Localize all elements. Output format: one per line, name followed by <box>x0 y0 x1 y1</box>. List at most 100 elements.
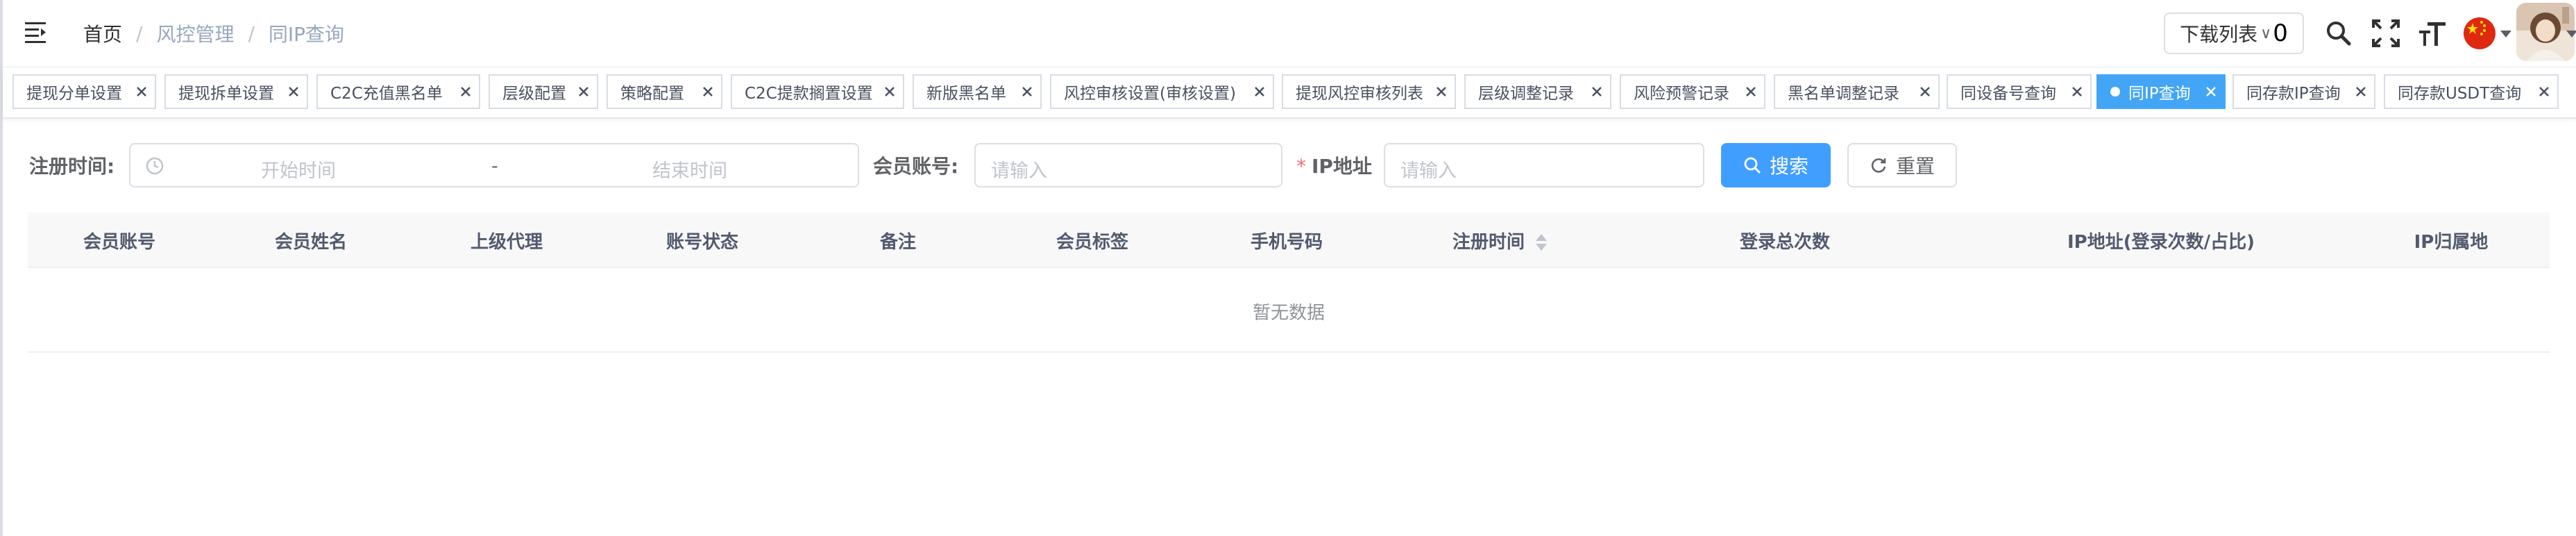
tag-label: 同IP查询 <box>2128 85 2191 103</box>
tag-withdraw-risk-review-list[interactable]: 提现风控审核列表 <box>1282 74 1456 109</box>
column-header-ip-location: IP归属地 <box>2414 232 2489 253</box>
tag-same-deposit-ip-query[interactable]: 同存款IP查询 <box>2232 74 2375 109</box>
results-table: 会员账号 会员姓名 上级代理 账号状态 备注 会员标签 手机号码 注册时间 登录… <box>28 212 2550 353</box>
download-count: 0 <box>2273 19 2288 47</box>
close-icon[interactable] <box>2205 85 2217 98</box>
tag-label: 同设备号查询 <box>1960 85 2056 103</box>
breadcrumb-risk-control: 风控管理 <box>156 23 235 46</box>
tag-label: C2C提款搁置设置 <box>745 85 873 103</box>
breadcrumb-separator: / <box>136 22 143 45</box>
register-time-range-picker[interactable]: 开始时间 - 结束时间 <box>129 143 859 187</box>
active-dot-icon <box>2110 87 2120 97</box>
breadcrumb-separator: / <box>248 22 255 45</box>
range-separator: - <box>491 156 498 177</box>
tag-same-ip-query[interactable]: 同IP查询 <box>2096 74 2226 109</box>
column-header-login-count: 登录总次数 <box>1739 232 1831 253</box>
tag-level-config[interactable]: 层级配置 <box>489 74 598 109</box>
tag-risk-review-setting[interactable]: 风控审核设置(审核设置) <box>1050 74 1274 109</box>
empty-data-text: 暂无数据 <box>1252 303 1325 324</box>
close-icon[interactable] <box>577 85 590 98</box>
account-label: 会员账号: <box>873 155 959 178</box>
tag-same-deposit-usdt-query[interactable]: 同存款USDT查询 <box>2384 74 2559 109</box>
start-time-input[interactable]: 开始时间 <box>261 156 336 183</box>
column-header-account-status: 账号状态 <box>666 232 739 253</box>
tag-withdraw-unpack-setting[interactable]: 提现拆单设置 <box>164 74 308 109</box>
tag-label: 提现拆单设置 <box>178 85 274 103</box>
end-time-input[interactable]: 结束时间 <box>652 156 727 183</box>
tag-c2c-deposit-blacklist[interactable]: C2C充值黑名单 <box>316 74 480 109</box>
table-empty-row: 暂无数据 <box>28 268 2550 353</box>
tags-view-bar: 提现分单设置 提现拆单设置 C2C充值黑名单 层级配置 策略配置 C2C提款搁置… <box>3 67 2576 119</box>
close-icon[interactable] <box>459 85 472 98</box>
close-icon[interactable] <box>1919 85 1931 98</box>
account-input[interactable]: 请输入 <box>974 143 1282 187</box>
search-icon[interactable] <box>2323 18 2354 49</box>
reset-button-label: 重置 <box>1895 155 1935 178</box>
tag-label: 提现风控审核列表 <box>1296 85 1423 103</box>
close-icon[interactable] <box>1745 85 1757 98</box>
tag-label: 同存款IP查询 <box>2246 85 2341 103</box>
column-header-phone: 手机号码 <box>1250 232 1323 253</box>
sort-caret-icon[interactable] <box>1534 233 1548 253</box>
tag-same-device-query[interactable]: 同设备号查询 <box>1947 74 2092 109</box>
register-time-header-text: 注册时间 <box>1452 232 1525 253</box>
tag-label: 提现分单设置 <box>26 85 122 103</box>
tag-new-blacklist[interactable]: 新版黑名单 <box>913 74 1042 109</box>
ip-address-input[interactable]: 请输入 <box>1384 143 1704 187</box>
top-navbar: 首页 / 风控管理 / 同IP查询 下载列表 ∨ 0 <box>3 0 2576 67</box>
tag-label: 黑名单调整记录 <box>1788 85 1899 103</box>
close-icon[interactable] <box>1253 85 1266 98</box>
column-header-remark: 备注 <box>879 232 917 253</box>
close-icon[interactable] <box>883 85 896 98</box>
tag-strategy-config[interactable]: 策略配置 <box>607 74 722 109</box>
tag-risk-warning-record[interactable]: 风险预警记录 <box>1620 74 1765 109</box>
tag-blacklist-adjust-record[interactable]: 黑名单调整记录 <box>1774 74 1940 109</box>
close-icon[interactable] <box>1021 85 1033 98</box>
ip-address-label-text: IP地址 <box>1312 155 1372 178</box>
ip-address-label: * IP地址 <box>1296 151 1372 179</box>
tag-label: 新版黑名单 <box>926 85 1006 103</box>
tag-label: 风控审核设置(审核设置) <box>1064 85 1236 103</box>
tag-c2c-withdraw-hold-setting[interactable]: C2C提款搁置设置 <box>731 74 904 109</box>
search-button[interactable]: 搜索 <box>1721 143 1831 187</box>
download-list-label: 下载列表 <box>2180 23 2258 46</box>
refresh-icon <box>1871 158 1886 173</box>
column-header-superior-agent: 上级代理 <box>470 232 543 253</box>
column-header-member-tag: 会员标签 <box>1056 232 1129 253</box>
chevron-down-icon: ∨ <box>2260 24 2272 42</box>
hamburger-menu-icon[interactable] <box>25 21 50 44</box>
breadcrumb-current: 同IP查询 <box>268 23 345 46</box>
close-icon[interactable] <box>2071 85 2083 98</box>
search-button-label: 搜索 <box>1769 155 1808 178</box>
tag-withdraw-split-setting[interactable]: 提现分单设置 <box>12 74 156 109</box>
tag-label: 策略配置 <box>620 85 684 103</box>
tag-label: 风险预警记录 <box>1634 85 1729 103</box>
column-header-register-time[interactable]: 注册时间 <box>1452 228 1548 253</box>
tag-level-adjust-record[interactable]: 层级调整记录 <box>1464 74 1611 109</box>
close-icon[interactable] <box>2355 85 2367 98</box>
close-icon[interactable] <box>702 85 714 98</box>
tag-label: C2C充值黑名单 <box>330 85 443 103</box>
clock-icon <box>146 157 164 175</box>
breadcrumb: 首页 / 风控管理 / 同IP查询 <box>83 18 344 49</box>
account-placeholder: 请输入 <box>991 160 1047 182</box>
breadcrumb-home[interactable]: 首页 <box>83 19 122 47</box>
tag-label: 层级调整记录 <box>1478 85 1574 103</box>
close-icon[interactable] <box>2538 85 2550 98</box>
close-icon[interactable] <box>1591 85 1603 98</box>
close-icon[interactable] <box>135 85 148 98</box>
ip-address-placeholder: 请输入 <box>1400 160 1457 182</box>
language-caret-icon[interactable] <box>2500 31 2511 37</box>
register-time-label: 注册时间: <box>29 155 115 178</box>
column-header-member-account: 会员账号 <box>83 232 156 253</box>
column-header-ip-address: IP地址(登录次数/占比) <box>2067 232 2255 253</box>
close-icon[interactable] <box>1435 85 1448 98</box>
fullscreen-icon[interactable] <box>2371 18 2401 49</box>
reset-button[interactable]: 重置 <box>1847 143 1957 187</box>
language-flag-icon[interactable] <box>2463 17 2496 50</box>
required-asterisk: * <box>1296 155 1306 178</box>
download-list-button[interactable]: 下载列表 ∨ 0 <box>2164 12 2304 54</box>
close-icon[interactable] <box>287 85 300 98</box>
user-menu-caret-icon[interactable] <box>2566 31 2576 37</box>
font-size-icon[interactable] <box>2418 18 2448 49</box>
